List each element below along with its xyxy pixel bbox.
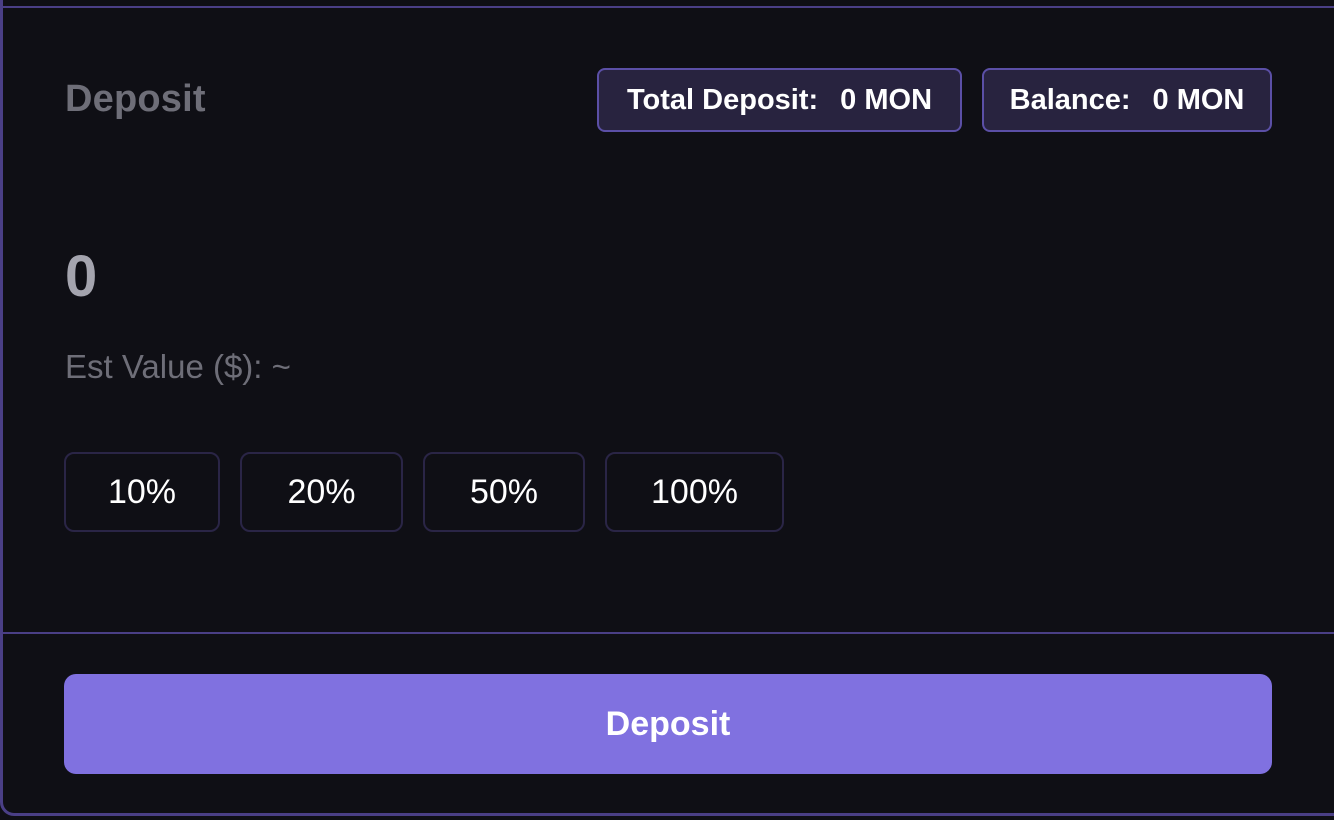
footer-divider [0,632,1334,634]
balance-value: 0 MON [1152,83,1245,116]
total-deposit-label: Total Deposit: [626,83,819,116]
percent-20-button[interactable]: 20% [240,452,403,532]
total-deposit-badge: Total Deposit: 0 MON [597,68,962,132]
balance-badge: Balance: 0 MON [982,68,1272,132]
top-divider [0,6,1334,8]
est-value-label: Est Value ($): ~ [65,348,291,385]
amount-input[interactable] [65,243,665,310]
section-title: Deposit [65,78,206,120]
deposit-button[interactable]: Deposit [64,674,1272,774]
total-deposit-value: 0 MON [840,83,933,116]
percent-100-button[interactable]: 100% [605,452,784,532]
percent-50-button[interactable]: 50% [423,452,585,532]
balance-label: Balance: [1009,83,1131,116]
percent-10-button[interactable]: 10% [64,452,220,532]
